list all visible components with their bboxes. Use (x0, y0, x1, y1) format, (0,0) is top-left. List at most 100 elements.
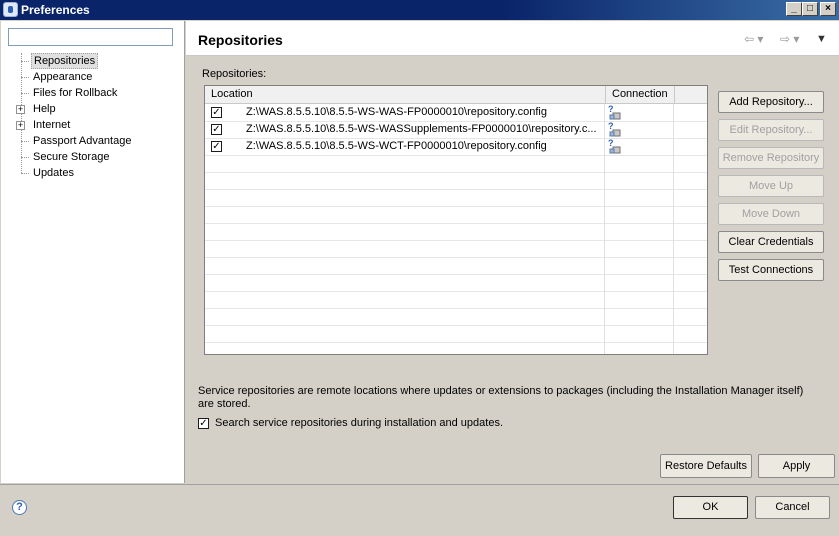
table-row-empty (205, 189, 707, 207)
connection-cell (605, 206, 674, 223)
table-row[interactable]: ✓ Z:\WAS.8.5.5.10\8.5.5-WS-WAS-FP0000010\… (205, 104, 707, 122)
edit-repository-button[interactable]: Edit Repository... (718, 119, 824, 141)
location-cell (205, 325, 605, 342)
window-title: Preferences (21, 3, 90, 17)
add-repository-button[interactable]: Add Repository... (718, 91, 824, 113)
location-cell (205, 291, 605, 308)
location-cell (205, 223, 605, 240)
connection-cell (605, 325, 674, 342)
repository-enabled-checkbox[interactable]: ✓ (211, 107, 222, 118)
location-cell (205, 172, 605, 189)
ok-button[interactable]: OK (673, 496, 748, 519)
repository-location: Z:\WAS.8.5.5.10\8.5.5-WS-WCT-FP0000010\r… (246, 140, 547, 152)
table-row[interactable]: ✓ Z:\WAS.8.5.5.10\8.5.5-WS-WCT-FP0000010\… (205, 138, 707, 156)
maximize-icon[interactable]: □ (802, 2, 818, 16)
connection-cell (605, 240, 674, 257)
tree-connector (21, 93, 29, 94)
preferences-tree-pane: Repositories Appearance Files for Rollba… (1, 21, 185, 483)
expand-plus-icon[interactable]: + (16, 105, 25, 114)
connection-cell (605, 257, 674, 274)
move-down-button[interactable]: Move Down (718, 203, 824, 225)
page-header: Repositories ⇦ ▾ ⇨ ▾ ▼ (186, 21, 839, 56)
location-cell (205, 206, 605, 223)
table-row-empty (205, 155, 707, 173)
test-connections-button[interactable]: Test Connections (718, 259, 824, 281)
location-cell (205, 257, 605, 274)
tree-item-label: Internet (33, 119, 71, 131)
location-cell (205, 274, 605, 291)
tree-item-internet[interactable]: + Internet (1, 117, 184, 133)
tree-connector (21, 173, 29, 174)
connection-unknown-icon: ? (608, 138, 621, 154)
repositories-table: Location Connection ✓ Z:\WAS.8.5.5.10\8.5… (204, 85, 708, 355)
column-header-connection[interactable]: Connection (606, 86, 675, 103)
back-arrow-icon[interactable]: ⇦ ▾ (744, 32, 763, 46)
tree-item-help[interactable]: + Help (1, 101, 184, 117)
connection-cell: ? (605, 104, 674, 121)
app-icon (3, 2, 18, 17)
tree-item-label: Secure Storage (33, 151, 110, 163)
restore-defaults-button[interactable]: Restore Defaults (660, 454, 752, 478)
preferences-tree: Repositories Appearance Files for Rollba… (1, 53, 184, 181)
connection-cell: ? (605, 121, 674, 138)
connection-cell (605, 155, 674, 172)
expand-plus-icon[interactable]: + (16, 121, 25, 130)
repository-enabled-checkbox[interactable]: ✓ (211, 141, 222, 152)
location-cell (205, 155, 605, 172)
table-row-empty (205, 223, 707, 241)
location-cell (205, 240, 605, 257)
table-row-empty (205, 342, 707, 354)
connection-cell (605, 308, 674, 325)
tree-item-secure-storage[interactable]: Secure Storage (1, 149, 184, 165)
title-bar: Preferences _ □ × (0, 0, 839, 20)
search-service-label: Search service repositories during insta… (215, 417, 503, 429)
tree-item-label: Passport Advantage (33, 135, 132, 147)
tree-item-label: Help (33, 103, 56, 115)
preference-page: Repositories ⇦ ▾ ⇨ ▾ ▼ Repositories: Loc… (186, 21, 839, 483)
table-row-empty (205, 291, 707, 309)
connection-cell (605, 274, 674, 291)
location-cell (205, 189, 605, 206)
view-menu-icon[interactable]: ▼ (816, 33, 827, 45)
search-service-checkbox[interactable]: ✓ (198, 418, 209, 429)
location-cell (205, 308, 605, 325)
tree-item-appearance[interactable]: Appearance (1, 69, 184, 85)
repository-location: Z:\WAS.8.5.5.10\8.5.5-WS-WAS-FP0000010\r… (246, 106, 547, 118)
connection-cell (605, 189, 674, 206)
table-row[interactable]: ✓ Z:\WAS.8.5.5.10\8.5.5-WS-WASSupplements… (205, 121, 707, 139)
connection-unknown-icon: ? (608, 121, 621, 137)
table-row-empty (205, 206, 707, 224)
column-header-location[interactable]: Location (205, 86, 606, 103)
tree-item-label: Updates (33, 167, 74, 179)
tree-item-passport-advantage[interactable]: Passport Advantage (1, 133, 184, 149)
tree-connector (21, 141, 29, 142)
help-icon[interactable]: ? (12, 500, 27, 515)
connection-unknown-icon: ? (608, 104, 621, 120)
page-title: Repositories (198, 32, 283, 48)
location-cell: ✓ Z:\WAS.8.5.5.10\8.5.5-WS-WAS-FP0000010\… (205, 104, 605, 121)
tree-item-repositories[interactable]: Repositories (1, 53, 184, 69)
filter-input[interactable] (8, 28, 173, 46)
tree-item-updates[interactable]: Updates (1, 165, 184, 181)
minimize-icon[interactable]: _ (786, 2, 802, 16)
repository-enabled-checkbox[interactable]: ✓ (211, 124, 222, 135)
forward-arrow-icon[interactable]: ⇨ ▾ (780, 32, 799, 46)
move-up-button[interactable]: Move Up (718, 175, 824, 197)
cancel-button[interactable]: Cancel (755, 496, 830, 519)
repositories-label: Repositories: (202, 68, 267, 80)
connection-cell (605, 342, 674, 354)
connection-cell (605, 291, 674, 308)
connection-cell (605, 172, 674, 189)
apply-button[interactable]: Apply (758, 454, 835, 478)
close-icon[interactable]: × (820, 2, 836, 16)
dialog-button-bar: ? OK Cancel (0, 484, 839, 536)
remove-repository-button[interactable]: Remove Repository (718, 147, 824, 169)
clear-credentials-button[interactable]: Clear Credentials (718, 231, 824, 253)
connection-cell: ? (605, 138, 674, 155)
tree-connector (21, 61, 29, 62)
tree-connector (21, 77, 29, 78)
table-row-empty (205, 240, 707, 258)
service-repositories-description: Service repositories are remote location… (198, 385, 804, 410)
tree-item-files-for-rollback[interactable]: Files for Rollback (1, 85, 184, 101)
tree-item-label: Appearance (33, 71, 93, 83)
